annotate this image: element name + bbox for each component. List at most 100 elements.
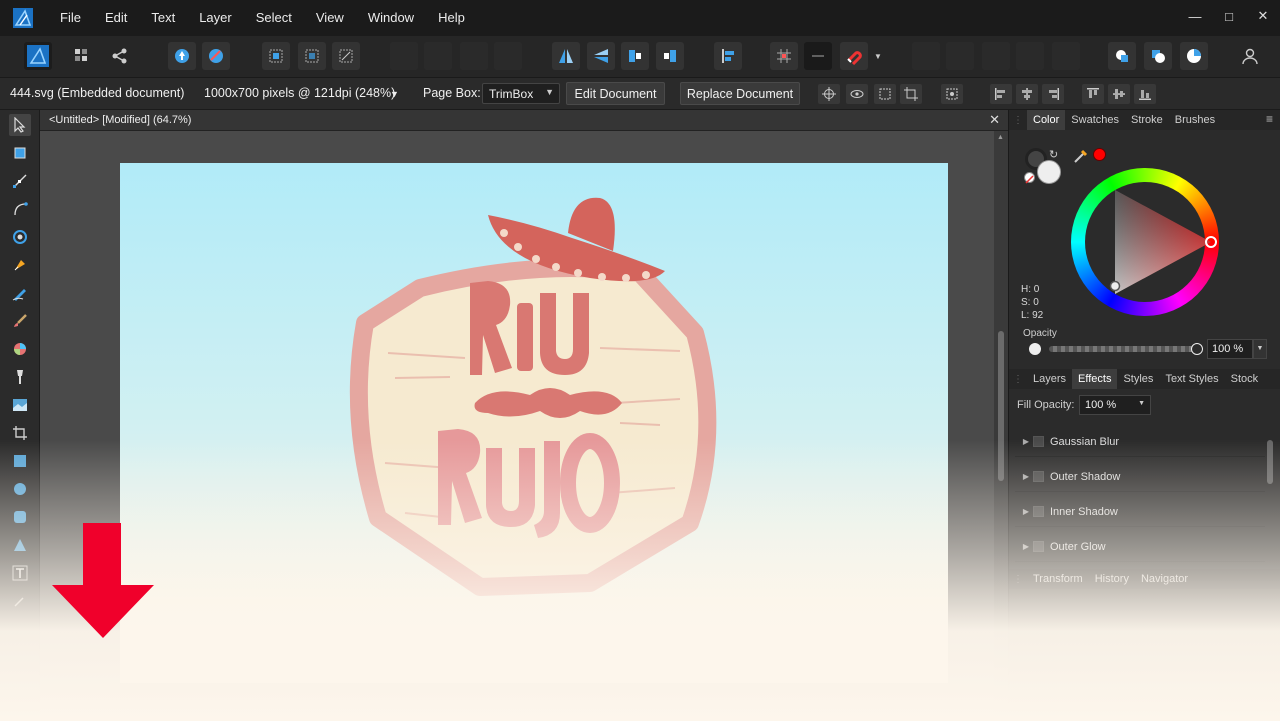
boolean-intersect-icon[interactable] <box>982 42 1010 70</box>
crop-tool-icon[interactable] <box>9 422 31 444</box>
ellipse-tool-icon[interactable] <box>9 478 31 500</box>
maximize-icon[interactable]: □ <box>1212 0 1246 32</box>
snapping-dropdown-icon[interactable]: ▼ <box>870 42 886 70</box>
scrollbar-thumb[interactable] <box>998 331 1004 481</box>
edit-document-button[interactable]: Edit Document <box>566 82 665 105</box>
tab-swatches[interactable]: Swatches <box>1065 110 1125 130</box>
arrange-forward-icon[interactable] <box>460 42 488 70</box>
tab-layers[interactable]: Layers <box>1027 369 1072 389</box>
crosshair-icon[interactable] <box>818 84 840 104</box>
expand-icon[interactable]: ▶ <box>1019 472 1033 481</box>
fill-opacity-field[interactable]: 100 % ▼ <box>1079 395 1151 415</box>
rectangle-tool-icon[interactable] <box>9 450 31 472</box>
boolean-xor-icon[interactable] <box>1016 42 1044 70</box>
document-size-dropdown-icon[interactable]: ▼ <box>390 89 399 99</box>
rotate-box-icon[interactable] <box>332 42 360 70</box>
scroll-up-icon[interactable]: ▲ <box>997 134 1004 141</box>
artboard[interactable] <box>120 163 948 683</box>
tab-navigator[interactable]: Navigator <box>1135 569 1194 589</box>
opacity-dropdown-icon[interactable]: ▼ <box>1253 339 1267 359</box>
color-wheel[interactable] <box>1071 168 1219 316</box>
pencil-tool-icon[interactable] <box>9 282 31 304</box>
transparency-tool-icon[interactable] <box>9 366 31 388</box>
color-picker-tool-icon[interactable] <box>9 590 31 612</box>
rotate-right-icon[interactable] <box>656 42 684 70</box>
arrange-front-icon[interactable] <box>494 42 522 70</box>
menu-file[interactable]: File <box>48 0 93 36</box>
riu-rojo-logo[interactable] <box>120 163 948 683</box>
designer-persona-icon[interactable] <box>24 42 52 70</box>
align-middle-icon[interactable] <box>1108 84 1130 104</box>
tab-styles[interactable]: Styles <box>1117 369 1159 389</box>
panel-menu-icon[interactable]: ≡ <box>1266 112 1273 126</box>
triangle-tool-icon[interactable] <box>9 534 31 556</box>
transform-icon[interactable] <box>874 84 896 104</box>
tab-stock[interactable]: Stock <box>1225 369 1265 389</box>
bounding-box-icon[interactable] <box>298 42 326 70</box>
tab-brushes[interactable]: Brushes <box>1169 110 1221 130</box>
snapping-options-icon[interactable] <box>202 42 230 70</box>
effect-row-gaussian-blur[interactable]: ▶ Gaussian Blur <box>1015 427 1265 457</box>
insert-behind-icon[interactable] <box>1108 42 1136 70</box>
align-top-icon[interactable] <box>1082 84 1104 104</box>
boolean-subtract-icon[interactable] <box>946 42 974 70</box>
pixel-persona-icon[interactable] <box>68 42 96 70</box>
tab-stroke[interactable]: Stroke <box>1125 110 1169 130</box>
tab-text-styles[interactable]: Text Styles <box>1159 369 1224 389</box>
align-center-icon[interactable] <box>1016 84 1038 104</box>
menu-help[interactable]: Help <box>426 0 477 36</box>
expand-icon[interactable]: ▶ <box>1019 437 1033 446</box>
color-picker-icon[interactable] <box>1073 148 1089 167</box>
transform-origin-icon[interactable] <box>262 42 290 70</box>
tab-transform[interactable]: Transform <box>1027 569 1089 589</box>
arrange-backward-icon[interactable] <box>424 42 452 70</box>
menu-layer[interactable]: Layer <box>187 0 244 36</box>
panel-grip-icon[interactable]: ⋮ <box>1009 374 1027 385</box>
menu-text[interactable]: Text <box>139 0 187 36</box>
account-icon[interactable] <box>1236 42 1264 70</box>
point-transform-tool-icon[interactable] <box>9 198 31 220</box>
brush-tool-icon[interactable] <box>9 310 31 332</box>
page-box-select[interactable]: TrimBox ▼ <box>482 83 560 104</box>
place-image-tool-icon[interactable] <box>9 394 31 416</box>
canvas-area[interactable]: <Untitled> [Modified] (64.7%) ✕ ▲ <box>40 110 1008 721</box>
tab-effects[interactable]: Effects <box>1072 369 1118 389</box>
snap-to-grid-icon[interactable] <box>804 42 832 70</box>
effect-checkbox[interactable] <box>1033 506 1044 517</box>
menu-select[interactable]: Select <box>244 0 304 36</box>
rotate-left-icon[interactable] <box>621 42 649 70</box>
insert-inside-icon[interactable] <box>1180 42 1208 70</box>
export-persona-icon[interactable] <box>106 42 134 70</box>
expand-icon[interactable]: ▶ <box>1019 507 1033 516</box>
crop-icon[interactable] <box>900 84 922 104</box>
boolean-add-icon[interactable] <box>912 42 940 70</box>
document-tab[interactable]: <Untitled> [Modified] (64.7%) ✕ <box>40 110 1008 131</box>
move-tool-icon[interactable] <box>9 114 31 136</box>
swap-colors-icon[interactable]: ↻ <box>1049 148 1058 161</box>
opacity-slider[interactable] <box>1049 343 1203 355</box>
align-menu-icon[interactable] <box>714 42 742 70</box>
eye-icon[interactable] <box>846 84 868 104</box>
boolean-divide-icon[interactable] <box>1052 42 1080 70</box>
menu-window[interactable]: Window <box>356 0 426 36</box>
arrange-back-icon[interactable] <box>390 42 418 70</box>
artboard-tool-icon[interactable] <box>9 142 31 164</box>
fill-swatch[interactable] <box>1037 160 1061 184</box>
panel-grip-icon[interactable]: ⋮ <box>1009 115 1027 126</box>
effect-checkbox[interactable] <box>1033 436 1044 447</box>
rounded-rectangle-tool-icon[interactable] <box>9 506 31 528</box>
opacity-handle-icon[interactable] <box>1029 343 1041 355</box>
minimize-icon[interactable]: — <box>1178 0 1212 32</box>
align-left-icon[interactable] <box>990 84 1012 104</box>
node-tool-icon[interactable] <box>9 170 31 192</box>
pen-tool-icon[interactable] <box>9 254 31 276</box>
close-document-icon[interactable]: ✕ <box>989 112 1000 128</box>
show-grid-icon[interactable] <box>770 42 798 70</box>
flip-vertical-icon[interactable] <box>587 42 615 70</box>
opacity-slider-handle[interactable] <box>1191 343 1203 355</box>
no-color-icon[interactable] <box>1024 172 1035 184</box>
tab-color[interactable]: Color <box>1027 110 1066 130</box>
menu-view[interactable]: View <box>304 0 356 36</box>
close-window-icon[interactable]: ✕ <box>1246 0 1280 32</box>
effect-checkbox[interactable] <box>1033 541 1044 552</box>
